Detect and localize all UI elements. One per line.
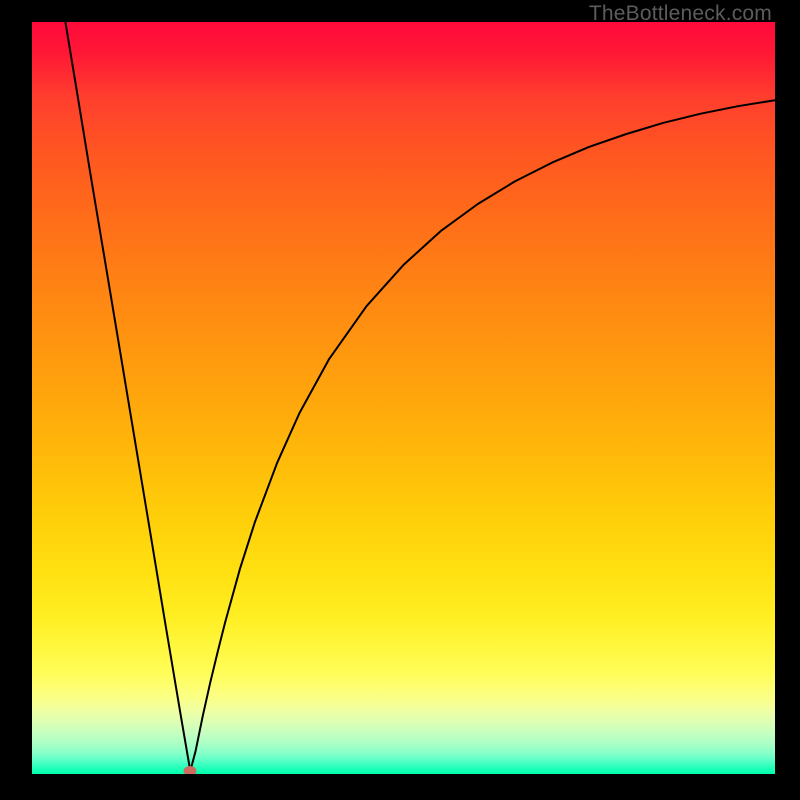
watermark-text: TheBottleneck.com bbox=[589, 2, 772, 26]
chart-plot-area bbox=[32, 22, 775, 774]
minimum-marker bbox=[184, 766, 197, 774]
bottleneck-curve bbox=[32, 22, 775, 774]
